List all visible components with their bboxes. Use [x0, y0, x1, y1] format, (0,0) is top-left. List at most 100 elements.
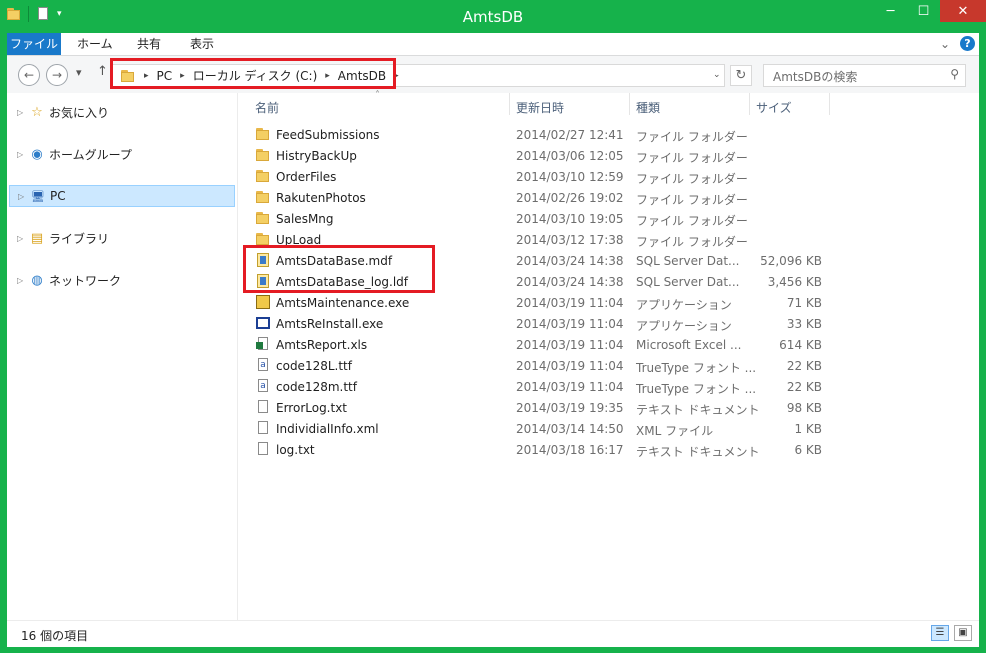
- file-date: 2014/03/10 19:05: [516, 212, 624, 226]
- navigation-pane: ▷ ☆ お気に入り ▷ ◉ ホームグループ ▷ 🖥 PC ▷ ▤ ライブラリ ▷: [7, 93, 238, 620]
- file-name: RakutenPhotos: [276, 191, 366, 205]
- ribbon-right-controls: ⌄ ?: [940, 36, 975, 51]
- file-name: IndividialInfo.xml: [276, 422, 379, 436]
- column-header-date[interactable]: 更新日時: [516, 99, 564, 116]
- file-size: 3,456 KB: [767, 275, 822, 289]
- database-files-highlight-box: [243, 245, 435, 293]
- up-button[interactable]: ↑: [97, 64, 108, 79]
- file-name: HistryBackUp: [276, 149, 357, 163]
- folder-icon: [255, 189, 271, 205]
- refresh-button[interactable]: ↻: [730, 65, 752, 86]
- column-header-type[interactable]: 種類: [636, 99, 660, 116]
- tab-view[interactable]: 表示: [190, 33, 214, 55]
- file-row[interactable]: code128L.ttf 2014/03/19 11:04 TrueType フ…: [244, 355, 844, 376]
- chevron-down-icon[interactable]: ⌄: [940, 37, 950, 51]
- expand-arrow-icon[interactable]: ▷: [17, 150, 29, 159]
- file-date: 2014/03/24 14:38: [516, 254, 624, 268]
- file-row[interactable]: code128m.ttf 2014/03/19 11:04 TrueType フ…: [244, 376, 844, 397]
- file-row[interactable]: FeedSubmissions 2014/02/27 12:41 ファイル フォ…: [244, 124, 844, 145]
- tab-home[interactable]: ホーム: [77, 33, 113, 55]
- file-row[interactable]: ErrorLog.txt 2014/03/19 19:35 テキスト ドキュメン…: [244, 397, 844, 418]
- file-type: SQL Server Dat...: [636, 254, 740, 268]
- file-type: ファイル フォルダー: [636, 214, 748, 228]
- sidebar-item-homegroup[interactable]: ▷ ◉ ホームグループ: [7, 143, 237, 165]
- file-size: 22 KB: [786, 359, 822, 373]
- file-name: log.txt: [276, 443, 315, 457]
- help-icon[interactable]: ?: [960, 36, 975, 51]
- column-divider[interactable]: [629, 93, 630, 115]
- file-date: 2014/03/19 11:04: [516, 296, 624, 310]
- window-title: AmtsDB: [462, 8, 524, 26]
- search-input[interactable]: AmtsDBの検索: [773, 68, 857, 85]
- file-row[interactable]: IndividialInfo.xml 2014/03/14 14:50 XML …: [244, 418, 844, 439]
- file-date: 2014/02/27 12:41: [516, 128, 624, 142]
- file-type: TrueType フォント ...: [636, 361, 757, 375]
- sidebar-item-libraries[interactable]: ▷ ▤ ライブラリ: [7, 227, 237, 249]
- homegroup-icon: ◉: [31, 146, 43, 162]
- file-size: 71 KB: [786, 296, 822, 310]
- file-type: ファイル フォルダー: [636, 130, 748, 144]
- file-row[interactable]: HistryBackUp 2014/03/06 12:05 ファイル フォルダー: [244, 145, 844, 166]
- file-type: TrueType フォント ...: [636, 382, 757, 396]
- sidebar-item-network[interactable]: ▷ ◍ ネットワーク: [7, 269, 237, 291]
- file-date: 2014/02/26 19:02: [516, 191, 624, 205]
- title-bar[interactable]: ▾ AmtsDB ─ ☐ ✕: [0, 0, 986, 33]
- file-row[interactable]: AmtsReInstall.exe 2014/03/19 11:04 アプリケー…: [244, 313, 844, 334]
- text-file-icon: [255, 399, 271, 415]
- tab-share[interactable]: 共有: [137, 33, 161, 55]
- back-button[interactable]: ←: [18, 64, 40, 86]
- file-size: 33 KB: [786, 317, 822, 331]
- file-type: ファイル フォルダー: [636, 235, 748, 249]
- file-type: XML ファイル: [636, 424, 714, 438]
- file-row[interactable]: OrderFiles 2014/03/10 12:59 ファイル フォルダー: [244, 166, 844, 187]
- column-divider[interactable]: [509, 93, 510, 115]
- maximize-button[interactable]: ☐: [907, 0, 940, 22]
- expand-arrow-icon[interactable]: ▷: [17, 108, 29, 117]
- file-size: 52,096 KB: [760, 254, 822, 268]
- file-row[interactable]: log.txt 2014/03/18 16:17 テキスト ドキュメント 6 K…: [244, 439, 844, 460]
- column-header-name[interactable]: 名前: [255, 99, 279, 116]
- close-button[interactable]: ✕: [940, 0, 986, 22]
- sidebar-item-label: お気に入り: [49, 105, 110, 120]
- file-row[interactable]: AmtsMaintenance.exe 2014/03/19 11:04 アプリ…: [244, 292, 844, 313]
- sidebar-item-favorites[interactable]: ▷ ☆ お気に入り: [7, 101, 237, 123]
- details-view-icon[interactable]: ☰: [931, 625, 949, 641]
- column-divider[interactable]: [749, 93, 750, 115]
- maintenance-app-icon: [255, 294, 271, 310]
- file-type: ファイル フォルダー: [636, 172, 748, 186]
- column-divider[interactable]: [829, 93, 830, 115]
- expand-arrow-icon[interactable]: ▷: [17, 234, 29, 243]
- file-row[interactable]: SalesMng 2014/03/10 19:05 ファイル フォルダー: [244, 208, 844, 229]
- file-date: 2014/03/14 14:50: [516, 422, 624, 436]
- file-name: ErrorLog.txt: [276, 401, 348, 415]
- file-row[interactable]: RakutenPhotos 2014/02/26 19:02 ファイル フォルダ…: [244, 187, 844, 208]
- large-icons-view-icon[interactable]: ▣: [954, 625, 972, 641]
- expand-arrow-icon[interactable]: ▷: [17, 276, 29, 285]
- file-date: 2014/03/24 14:38: [516, 275, 624, 289]
- file-type: テキスト ドキュメント: [636, 445, 760, 459]
- folder-icon: [255, 147, 271, 163]
- file-name: AmtsReport.xls: [276, 338, 368, 352]
- search-icon[interactable]: ⚲: [950, 67, 959, 81]
- file-date: 2014/03/10 12:59: [516, 170, 624, 184]
- folder-icon: [255, 168, 271, 184]
- search-box[interactable]: AmtsDBの検索 ⚲: [763, 64, 966, 87]
- column-header-size[interactable]: サイズ: [756, 99, 792, 116]
- recent-locations-button[interactable]: ▾: [76, 66, 82, 79]
- file-date: 2014/03/06 12:05: [516, 149, 624, 163]
- window-frame: ▾ AmtsDB ─ ☐ ✕ ファイル ホーム 共有 表示 ⌄ ? ← → ▾ …: [0, 0, 986, 653]
- file-row[interactable]: AmtsReport.xls 2014/03/19 11:04 Microsof…: [244, 334, 844, 355]
- sidebar-item-pc[interactable]: ▷ 🖥 PC: [9, 185, 235, 207]
- address-dropdown-icon[interactable]: ⌄: [713, 70, 721, 80]
- text-file-icon: [255, 420, 271, 436]
- file-type: アプリケーション: [636, 319, 732, 333]
- file-type: SQL Server Dat...: [636, 275, 740, 289]
- library-icon: ▤: [30, 230, 44, 246]
- star-icon: ☆: [31, 104, 43, 120]
- tab-file[interactable]: ファイル: [7, 33, 61, 55]
- file-name: code128L.ttf: [276, 359, 352, 373]
- forward-button[interactable]: →: [46, 64, 68, 86]
- file-size: 98 KB: [786, 401, 822, 415]
- expand-arrow-icon[interactable]: ▷: [18, 192, 30, 201]
- minimize-button[interactable]: ─: [874, 0, 907, 22]
